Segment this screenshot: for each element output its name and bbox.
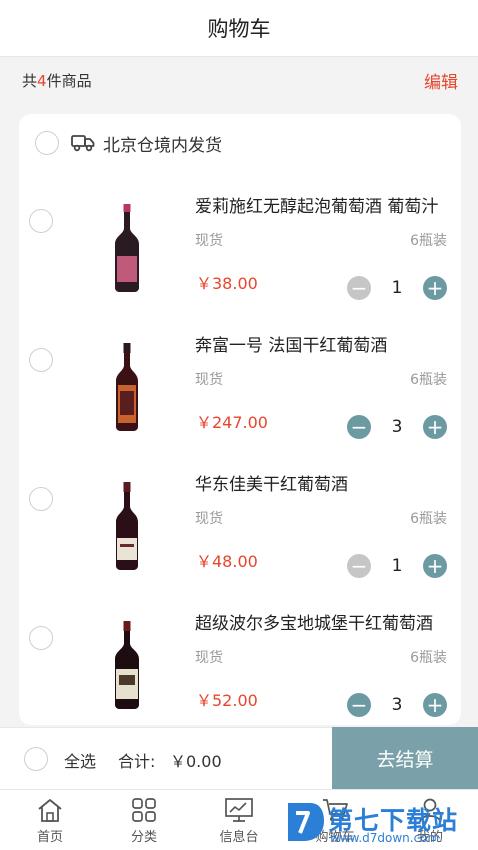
item-name: 奔富一号 法国干红葡萄酒 bbox=[195, 336, 388, 356]
select-all-label[interactable]: 全选 bbox=[64, 748, 96, 772]
wine-bottle-image bbox=[115, 621, 139, 709]
cart-card: 北京仓境内发货 爱莉施红无醇起泡葡萄酒 葡萄汁 现货 6瓶装 ￥38.00 − … bbox=[19, 114, 461, 725]
item-select-radio[interactable] bbox=[29, 348, 53, 372]
cart-item: 华东佳美干红葡萄酒 现货 6瓶装 ￥48.00 − 1 + bbox=[19, 402, 461, 578]
tab-info-label: 信息台 bbox=[219, 830, 259, 845]
item-pack: 6瓶装 bbox=[410, 511, 447, 527]
increase-button[interactable]: + bbox=[423, 693, 447, 717]
item-select-radio[interactable] bbox=[29, 487, 53, 511]
tab-category-label: 分类 bbox=[130, 830, 157, 845]
tab-home[interactable]: 首页 bbox=[2, 790, 98, 850]
total-amount: ￥0.00 bbox=[170, 752, 222, 771]
item-select-radio[interactable] bbox=[29, 626, 53, 650]
home-icon bbox=[35, 796, 65, 824]
item-count-number: 4 bbox=[37, 71, 47, 90]
item-select-radio[interactable] bbox=[29, 209, 53, 233]
edit-button[interactable]: 编辑 bbox=[424, 68, 458, 93]
select-all-radio[interactable] bbox=[24, 747, 48, 771]
cart-item: 超级波尔多宝地城堡干红葡萄酒 现货 6瓶装 ￥52.00 − 3 + bbox=[19, 541, 461, 717]
item-pack: 6瓶装 bbox=[410, 233, 447, 249]
cart-item: 爱莉施红无醇起泡葡萄酒 葡萄汁 现货 6瓶装 ￥38.00 − 1 + bbox=[19, 124, 461, 300]
item-quantity: 3 bbox=[391, 695, 403, 715]
item-name: 超级波尔多宝地城堡干红葡萄酒 bbox=[195, 614, 433, 634]
tab-info[interactable]: 信息台 bbox=[191, 790, 287, 850]
item-stock: 现货 bbox=[195, 650, 223, 666]
item-count: 共4件商品 bbox=[22, 71, 92, 90]
category-icon bbox=[129, 796, 159, 824]
item-pack: 6瓶装 bbox=[410, 650, 447, 666]
total-label: 合计: bbox=[118, 752, 156, 771]
item-stock: 现货 bbox=[195, 372, 223, 388]
cart-item: 奔富一号 法国干红葡萄酒 现货 6瓶装 ￥247.00 − 3 + bbox=[19, 263, 461, 439]
decrease-button[interactable]: − bbox=[347, 693, 371, 717]
tab-category[interactable]: 分类 bbox=[96, 790, 192, 850]
item-stock: 现货 bbox=[195, 511, 223, 527]
item-stock: 现货 bbox=[195, 233, 223, 249]
checkout-bar: 全选 合计: ￥0.00 去结算 bbox=[0, 727, 478, 790]
checkout-button[interactable]: 去结算 bbox=[332, 727, 478, 790]
item-name: 华东佳美干红葡萄酒 bbox=[195, 475, 348, 495]
item-pack: 6瓶装 bbox=[410, 372, 447, 388]
tab-home-label: 首页 bbox=[36, 830, 63, 845]
item-name: 爱莉施红无醇起泡葡萄酒 葡萄汁 bbox=[195, 197, 439, 217]
watermark-logo-icon bbox=[288, 803, 324, 841]
watermark-url: www.d7down.com bbox=[330, 831, 440, 845]
info-icon bbox=[224, 796, 254, 824]
site-watermark: 第七下载站 www.d7down.com bbox=[284, 797, 474, 849]
item-price: ￥52.00 bbox=[196, 691, 258, 710]
header-bar: 购物车 bbox=[0, 0, 478, 57]
page-title: 购物车 bbox=[207, 17, 271, 41]
cart-summary-bar: 共4件商品 编辑 bbox=[0, 57, 478, 103]
